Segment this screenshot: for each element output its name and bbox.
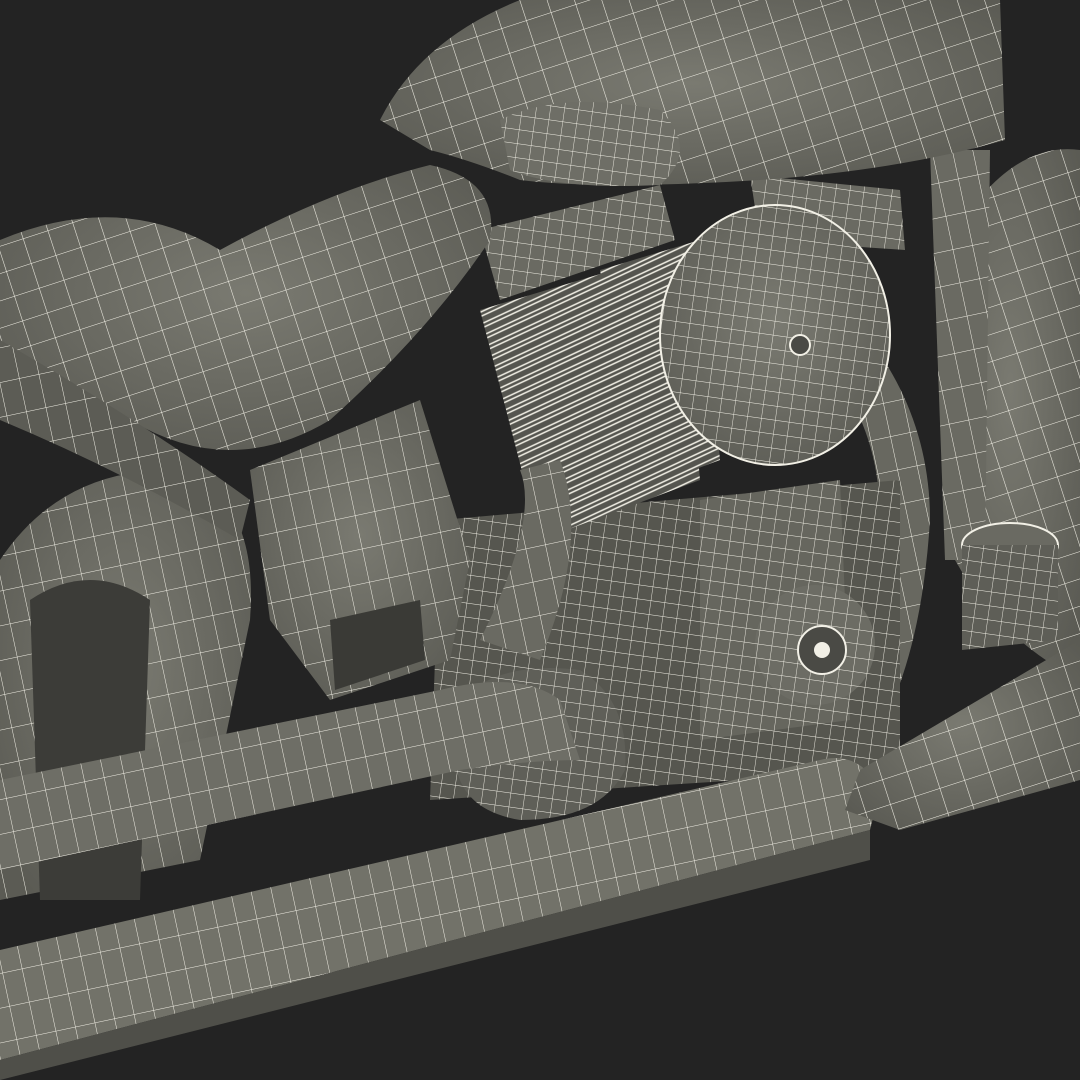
air-cleaner-cover bbox=[659, 204, 891, 466]
fuel-tank bbox=[380, 0, 1005, 186]
oil-filler-cap bbox=[961, 522, 1059, 650]
motorcycle-wireframe-render bbox=[0, 0, 1080, 1080]
render-viewport bbox=[0, 0, 1080, 1080]
